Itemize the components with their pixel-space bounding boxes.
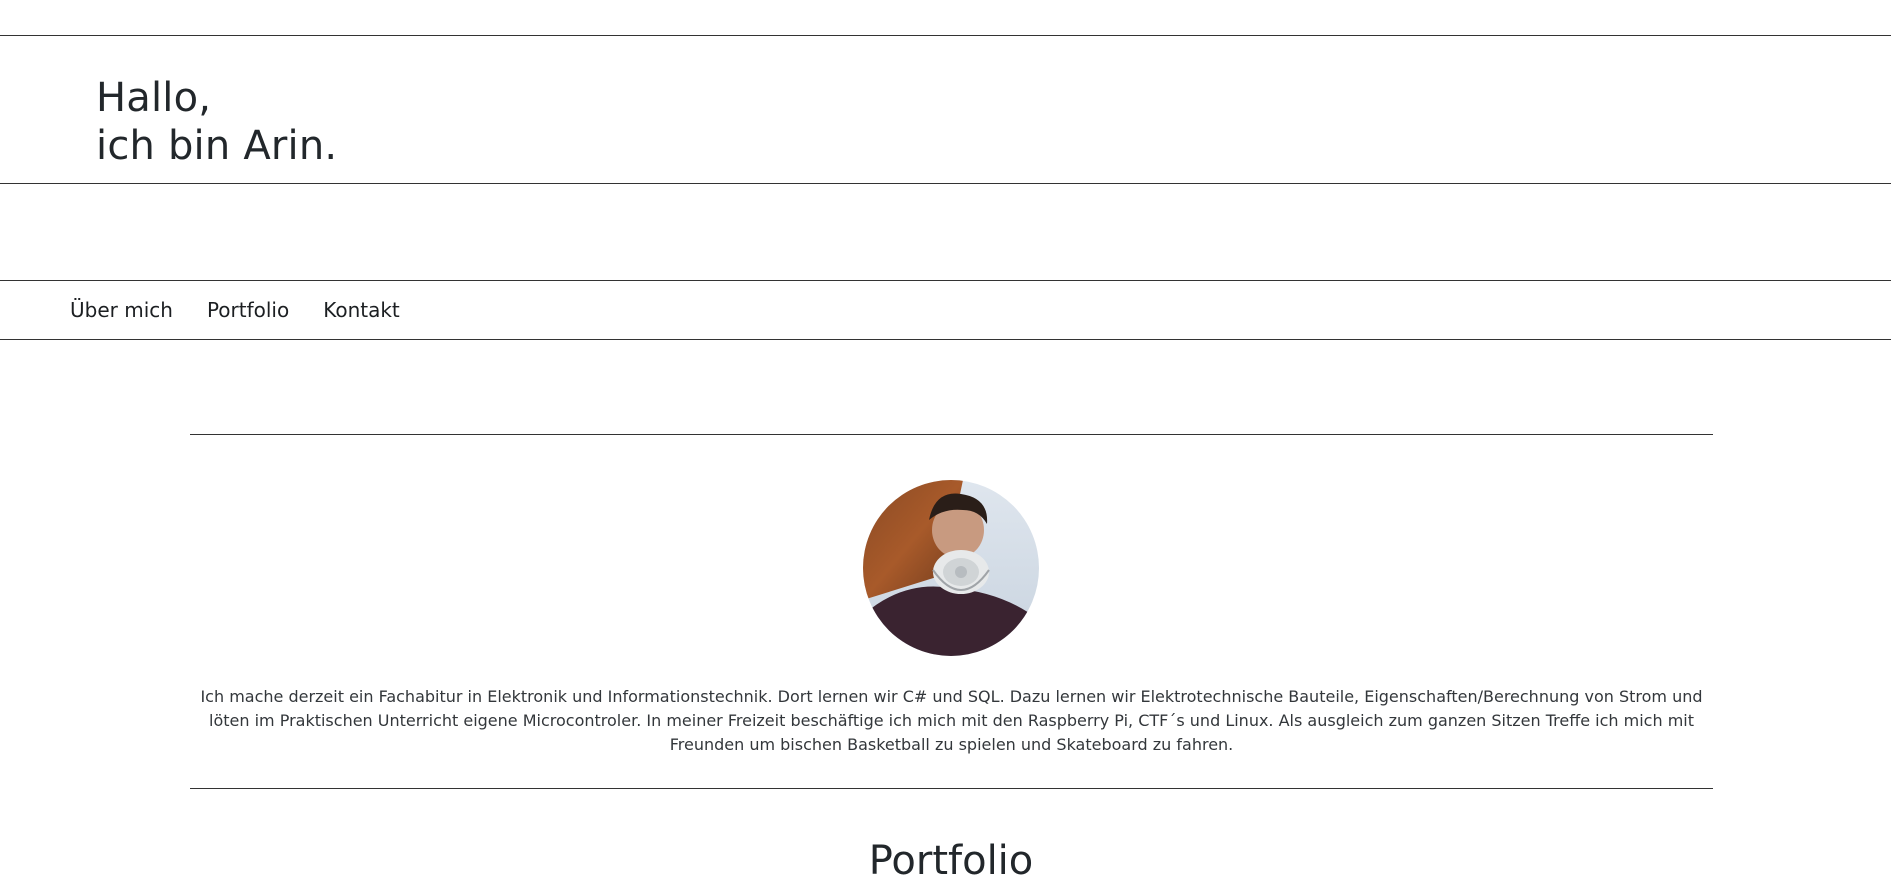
nav-bottom-divider bbox=[0, 339, 1891, 340]
portfolio-heading: Portfolio bbox=[868, 838, 1034, 884]
nav-item-about[interactable]: Über mich bbox=[60, 281, 183, 339]
nav-item-contact[interactable]: Kontakt bbox=[313, 281, 410, 339]
hero-bottom-divider bbox=[0, 183, 1891, 184]
hero-greeting: Hallo, ich bin Arin. bbox=[96, 74, 337, 170]
about-bottom-divider bbox=[190, 788, 1713, 789]
top-divider bbox=[0, 35, 1891, 36]
page: Hallo, ich bin Arin. Über mich Portfolio… bbox=[0, 0, 1891, 887]
about-text: Ich mache derzeit ein Fachabitur in Elek… bbox=[200, 687, 1703, 754]
profile-avatar bbox=[863, 480, 1039, 656]
profile-photo-icon bbox=[863, 480, 1039, 656]
hero-greeting-line1: Hallo, bbox=[96, 75, 212, 121]
main-nav: Über mich Portfolio Kontakt bbox=[60, 281, 424, 339]
about-top-divider bbox=[190, 434, 1713, 435]
hero-greeting-line2: ich bin Arin. bbox=[96, 123, 338, 169]
nav-item-portfolio[interactable]: Portfolio bbox=[197, 281, 299, 339]
